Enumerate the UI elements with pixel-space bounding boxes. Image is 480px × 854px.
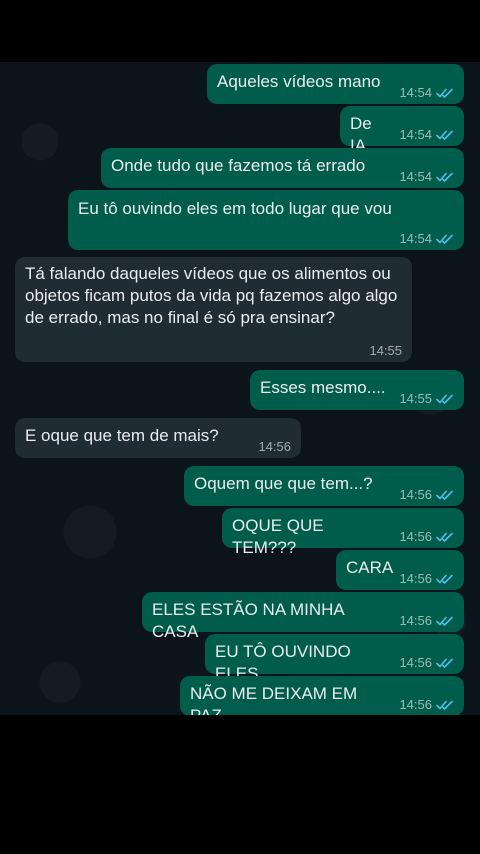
message-bubble-outgoing[interactable]: Aqueles vídeos mano 14:54	[207, 64, 464, 104]
message-meta: 14:56	[399, 572, 454, 586]
message-time: 14:55	[399, 391, 432, 406]
read-double-check-icon	[436, 658, 453, 668]
message-meta: 14:54	[399, 128, 454, 142]
message-bubble-incoming[interactable]: Tá falando daqueles vídeos que os alimen…	[15, 257, 412, 362]
read-double-check-icon	[436, 700, 453, 710]
message-time: 14:55	[369, 343, 402, 358]
message-bubble-outgoing[interactable]: De IA 14:54	[340, 106, 464, 155]
message-time: 14:56	[399, 655, 432, 670]
read-double-check-icon	[436, 172, 453, 182]
message-bubble-outgoing[interactable]: Eu tô ouvindo eles em todo lugar que vou…	[68, 190, 464, 250]
message-bubble-outgoing[interactable]: Esses mesmo.... 14:55	[250, 370, 464, 410]
message-meta: 14:56	[399, 614, 454, 628]
message-time: 14:54	[399, 127, 432, 142]
message-time: 14:54	[399, 231, 432, 246]
message-bubble-outgoing[interactable]: Onde tudo que fazemos tá errado 14:54	[101, 148, 464, 188]
read-double-check-icon	[436, 574, 453, 584]
screen: { "colors": { "chat_background": "#0b141…	[0, 0, 480, 854]
message-time: 14:54	[399, 85, 432, 100]
message-text: Onde tudo que fazemos tá errado	[111, 156, 366, 175]
message-bubble-incoming[interactable]: E oque que tem de mais? 14:56	[15, 418, 301, 458]
message-time: 14:56	[399, 697, 432, 712]
read-double-check-icon	[436, 394, 453, 404]
message-meta: 14:55	[369, 344, 402, 358]
message-text: Oquem que que tem...?	[194, 474, 373, 493]
message-meta: 14:55	[399, 392, 454, 406]
message-meta: 14:56	[399, 698, 454, 712]
chat-area: Aqueles vídeos mano 14:54 De IA 14:54 On…	[0, 62, 480, 725]
read-double-check-icon	[436, 616, 453, 626]
message-bubble-outgoing[interactable]: Oquem que que tem...? 14:56	[184, 466, 464, 506]
message-time: 14:56	[399, 529, 432, 544]
message-meta: 14:56	[258, 440, 291, 454]
message-text: Eu tô ouvindo eles em todo lugar que vou	[78, 199, 392, 218]
message-time: 14:56	[258, 439, 291, 454]
message-text: Esses mesmo....	[260, 378, 386, 397]
message-bubble-outgoing[interactable]: OQUE QUE TEM??? 14:56	[222, 508, 464, 557]
message-text: E oque que tem de mais?	[25, 426, 219, 445]
message-text: Aqueles vídeos mano	[217, 72, 381, 91]
message-text: Tá falando daqueles vídeos que os alimen…	[25, 264, 403, 327]
read-double-check-icon	[436, 234, 453, 244]
message-meta: 14:54	[399, 86, 454, 100]
message-time: 14:54	[399, 169, 432, 184]
message-meta: 14:56	[399, 656, 454, 670]
message-time: 14:56	[399, 487, 432, 502]
message-bubble-outgoing[interactable]: EU TÔ OUVINDO ELES 14:56	[205, 634, 464, 683]
message-time: 14:56	[399, 613, 432, 628]
message-meta: 14:54	[399, 170, 454, 184]
message-meta: 14:54	[399, 232, 454, 246]
bottom-black-area	[0, 715, 480, 854]
message-meta: 14:56	[399, 530, 454, 544]
message-bubble-outgoing[interactable]: ELES ESTÃO NA MINHA CASA 14:56	[142, 592, 464, 641]
read-double-check-icon	[436, 490, 453, 500]
message-meta: 14:56	[399, 488, 454, 502]
read-double-check-icon	[436, 130, 453, 140]
message-text: CARA	[346, 558, 394, 577]
message-bubble-outgoing[interactable]: NÃO ME DEIXAM EM PAZ 14:56	[180, 676, 464, 725]
message-time: 14:56	[399, 571, 432, 586]
read-double-check-icon	[436, 532, 453, 542]
message-bubble-outgoing[interactable]: CARA 14:56	[336, 550, 464, 590]
read-double-check-icon	[436, 88, 453, 98]
